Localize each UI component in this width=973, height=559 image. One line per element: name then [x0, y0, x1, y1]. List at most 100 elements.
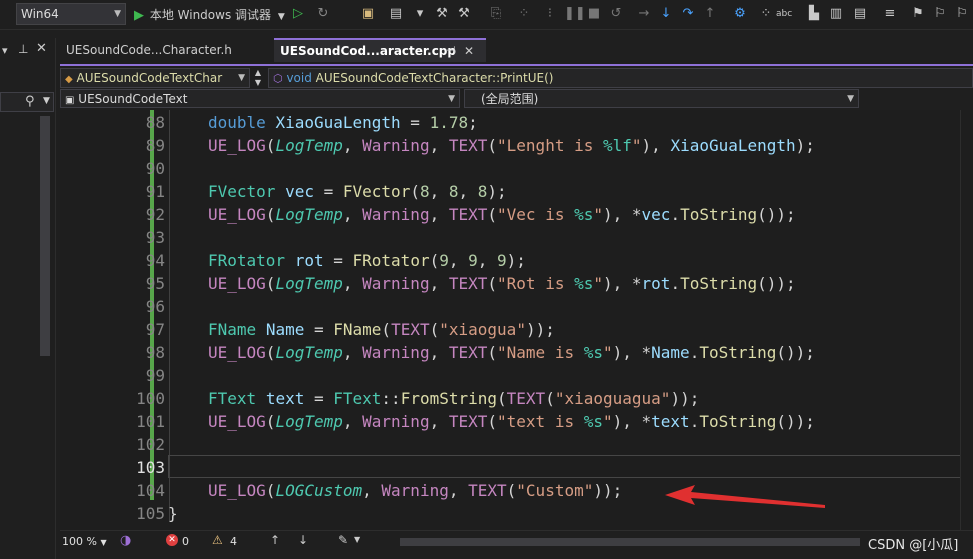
step-out-icon[interactable]: ↑: [702, 6, 718, 22]
uncomment-icon[interactable]: ▤: [852, 6, 868, 22]
warning-icon[interactable]: ⚠: [212, 533, 223, 547]
tab-label: UESoundCode...Character.h: [66, 43, 232, 57]
editor-scrollbar[interactable]: [960, 110, 973, 530]
stop-icon[interactable]: ■: [586, 6, 602, 22]
horizontal-scrollbar[interactable]: [400, 538, 860, 546]
next-bookmark-icon[interactable]: ⚐: [954, 6, 970, 22]
show-next-statement-icon[interactable]: →: [636, 6, 652, 22]
member-combo-return-type: void: [286, 71, 312, 85]
line-number: 96: [145, 297, 165, 316]
restart-icon[interactable]: ↺: [608, 6, 624, 22]
class-combo[interactable]: ◆ AUESoundCodeTextChar ▼: [60, 68, 250, 88]
scope-combo[interactable]: (全局范围) ▼: [464, 89, 859, 108]
folder-icon[interactable]: ▣: [360, 6, 376, 22]
code-editor[interactable]: 88 89 90 91 92 93 94 95 96 97 98 99 100 …: [60, 110, 973, 530]
step-into-icon[interactable]: ↓: [658, 6, 674, 22]
project-combo[interactable]: ▣ UESoundCodeText ▼: [60, 89, 460, 108]
document-tab-bar: UESoundCode...Character.h UESoundCod...a…: [60, 38, 973, 62]
zoom-value: 100 %: [62, 535, 97, 548]
zoom-combo[interactable]: 100 % ▼: [62, 534, 107, 550]
class-icon: ◆: [65, 74, 73, 85]
panel-search-box[interactable]: ⚲ ▼: [0, 92, 54, 112]
spell-check-icon[interactable]: abc: [776, 6, 792, 22]
search-icon: ⚲: [25, 94, 35, 109]
tab-character-cpp[interactable]: UESoundCod...aracter.cpp ⊣ ✕: [274, 38, 486, 62]
play-outline-icon[interactable]: ▷: [290, 6, 306, 22]
line-number: 88: [145, 113, 165, 132]
build-icon[interactable]: ⚒: [434, 6, 450, 22]
member-combo[interactable]: ⬡ void AUESoundCodeTextCharacter::PrintU…: [268, 68, 973, 88]
code-line[interactable]: UE_LOG(LogTemp, Warning, TEXT("Lenght is…: [208, 134, 815, 157]
line-number: 104: [136, 481, 165, 500]
pin-tab-icon[interactable]: ⊣: [446, 40, 456, 62]
nav-updown-icon[interactable]: ▲ ▼: [252, 68, 264, 88]
line-number: 89: [145, 136, 165, 155]
chevron-down-icon: ▼: [238, 73, 245, 83]
code-line[interactable]: FVector vec = FVector(8, 8, 8);: [208, 180, 507, 203]
bookmark-flag-icon[interactable]: ⚑: [910, 6, 926, 22]
panel-scrollbar[interactable]: [40, 116, 50, 356]
project-icon: ▣: [65, 95, 75, 106]
platform-combo[interactable]: Win64 ▼: [16, 3, 126, 25]
chevron-down-icon[interactable]: ▼: [354, 535, 360, 544]
panel-dropdown-icon[interactable]: ▾: [2, 44, 8, 57]
code-line[interactable]: FText text = FText::FromString(TEXT("xia…: [208, 387, 699, 410]
error-count[interactable]: 0: [182, 535, 189, 548]
chevron-down-icon: ▼: [847, 94, 854, 104]
line-number: 91: [145, 182, 165, 201]
class-combo-value: AUESoundCodeTextChar: [76, 71, 223, 85]
threads-icon[interactable]: ⁝: [542, 6, 558, 22]
format-icon[interactable]: ≡: [882, 6, 898, 22]
code-line[interactable]: UE_LOG(LogTemp, Warning, TEXT("Rot is %s…: [208, 272, 796, 295]
copy-icon[interactable]: ⎘: [488, 6, 504, 22]
intellicode-icon[interactable]: ◑: [120, 533, 131, 548]
navigation-bar: ◆ AUESoundCodeTextChar ▼ ▲ ▼ ⬡ void AUESo…: [60, 64, 973, 88]
hex-display-icon[interactable]: ⁘: [758, 6, 774, 22]
error-icon[interactable]: ✕: [166, 534, 178, 546]
left-tool-panel: ▾ ⊥ ✕ ⚲ ▼: [0, 38, 56, 559]
code-line[interactable]: UE_LOG(LOGCustom, Warning, TEXT("Custom"…: [208, 479, 622, 502]
line-number: 92: [145, 205, 165, 224]
chevron-down-icon: ▼: [448, 94, 455, 104]
pin-icon[interactable]: ⊥: [18, 42, 28, 56]
code-line[interactable]: FName Name = FName(TEXT("xiaogua"));: [208, 318, 555, 341]
start-debug-button[interactable]: ▶ 本地 Windows 调试器 ▼: [134, 5, 285, 25]
code-cleanup-icon[interactable]: ✎: [338, 533, 348, 547]
line-number: 99: [145, 366, 165, 385]
main-toolbar: Win64 ▼ ▶ 本地 Windows 调试器 ▼ ▷ ↻ ▣ ▤ ▾ ⚒ ⚒…: [0, 0, 973, 30]
step-over-icon[interactable]: ↷: [680, 6, 696, 22]
code-line[interactable]: UE_LOG(LogTemp, Warning, TEXT("Vec is %s…: [208, 203, 796, 226]
code-line[interactable]: UE_LOG(LogTemp, Warning, TEXT("Name is %…: [208, 341, 815, 364]
hot-reload-icon[interactable]: ↻: [315, 6, 331, 22]
code-line[interactable]: }: [168, 502, 178, 525]
window-layout-icon[interactable]: ▤: [388, 6, 404, 22]
prev-bookmark-icon[interactable]: ⚐: [932, 6, 948, 22]
close-tab-icon[interactable]: ✕: [464, 40, 474, 62]
line-number: 105: [136, 504, 165, 523]
tab-character-h[interactable]: UESoundCode...Character.h: [60, 38, 272, 62]
bookmark-icon[interactable]: ▙: [806, 6, 822, 22]
project-combo-value: UESoundCodeText: [78, 92, 188, 106]
editor-status-bar: 100 % ▼ ◑ ✕ 0 ⚠ 4 ↑ ↓ ✎ ▼ CSDN @[小瓜]: [60, 530, 973, 553]
play-icon: ▶: [134, 8, 144, 23]
build-all-icon[interactable]: ⚒: [456, 6, 472, 22]
prev-issue-icon[interactable]: ↑: [270, 533, 280, 547]
warning-count[interactable]: 4: [230, 535, 237, 548]
method-icon: ⬡: [273, 72, 283, 85]
chevron-down-icon: ▼: [100, 538, 107, 547]
pause-icon[interactable]: ❚❚: [564, 6, 586, 22]
line-number: 102: [136, 435, 165, 454]
layout-chevron-icon[interactable]: ▾: [412, 6, 428, 22]
next-issue-icon[interactable]: ↓: [298, 533, 308, 547]
close-icon[interactable]: ✕: [36, 41, 47, 56]
diagnostic-icon[interactable]: ⚙: [732, 6, 748, 22]
line-number: 94: [145, 251, 165, 270]
member-combo-value: AUESoundCodeTextCharacter::PrintUE(): [315, 71, 554, 85]
comment-icon[interactable]: ▥: [828, 6, 844, 22]
line-number: 100: [136, 389, 165, 408]
code-line[interactable]: UE_LOG(LogTemp, Warning, TEXT("text is %…: [208, 410, 815, 433]
breakpoint-window-icon[interactable]: ⁘: [516, 6, 532, 22]
start-debug-label: 本地 Windows 调试器: [149, 8, 272, 22]
code-line[interactable]: double XiaoGuaLength = 1.78;: [208, 111, 478, 134]
code-line[interactable]: FRotator rot = FRotator(9, 9, 9);: [208, 249, 526, 272]
